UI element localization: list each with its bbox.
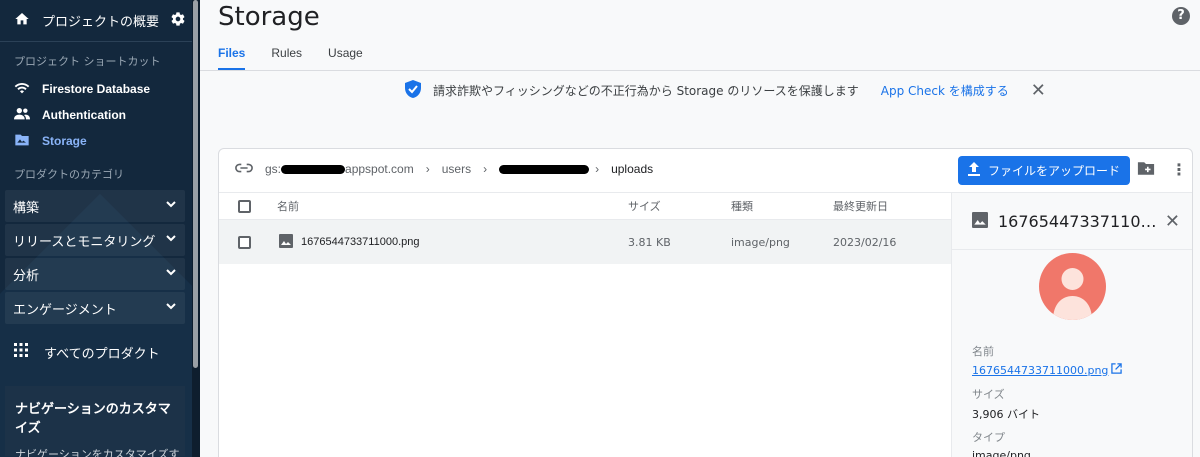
table-header: 名前 サイズ 種類 最終更新日 (219, 193, 951, 220)
panel-header: 167654473371100... ✕ (952, 193, 1192, 250)
sidebar-item-authentication[interactable]: Authentication (0, 102, 200, 128)
breadcrumb: gs: appspot.com › users › › uploads (235, 162, 653, 176)
chevron-right-icon: › (425, 162, 430, 176)
project-overview-label[interactable]: プロジェクトの概要 (42, 11, 170, 30)
column-header-type[interactable]: 種類 (731, 193, 753, 219)
tab-usage[interactable]: Usage (328, 46, 363, 70)
category-label: リリースとモニタリング (13, 234, 156, 250)
files-card: gs: appspot.com › users › › uploads ファイル… (218, 148, 1193, 457)
bucket-prefix: gs: (265, 162, 282, 176)
more-vert-icon[interactable]: ⋮ (1171, 161, 1187, 179)
header: Storage ? Files Rules Usage 請求詐欺やフィッシングな… (200, 0, 1200, 130)
category-label: 構築 (13, 200, 40, 216)
image-file-icon (279, 233, 293, 251)
image-file-icon (972, 211, 988, 231)
link-icon[interactable] (235, 162, 253, 176)
meta-type-label: タイプ (972, 431, 1005, 444)
upload-file-label: ファイルをアップロード (987, 164, 1120, 178)
panel-title: 167654473371100... (998, 211, 1159, 231)
bucket-suffix: appspot.com (345, 162, 414, 176)
close-icon[interactable]: ✕ (1165, 211, 1180, 232)
wifi-icon (14, 81, 30, 98)
file-type: image/png (731, 235, 790, 249)
sidebar-item-label: Firestore Database (42, 82, 151, 96)
home-icon[interactable] (14, 11, 30, 30)
customize-nav-title: ナビゲーションのカスタマイズ (15, 402, 171, 436)
people-icon (14, 107, 30, 124)
project-overview-row[interactable]: プロジェクトの概要 (0, 0, 200, 42)
sidebar-scrollbar[interactable] (192, 0, 200, 457)
meta-size: サイズ 3,906 バイト (972, 386, 1040, 422)
tab-rules[interactable]: Rules (271, 46, 302, 70)
folder-icon (14, 133, 30, 150)
row-checkbox[interactable] (238, 235, 251, 249)
chevron-down-icon (165, 266, 177, 282)
help-icon[interactable]: ? (1172, 7, 1190, 25)
sidebar-item-label: Storage (42, 134, 87, 148)
category-release-monitoring[interactable]: リリースとモニタリング (5, 224, 185, 256)
sidebar: プロジェクトの概要 プロジェクト ショートカット Firestore Datab… (0, 0, 200, 457)
files-table: 名前 サイズ 種類 最終更新日 1676544733711000.png 3.8… (219, 193, 951, 264)
column-header-modified[interactable]: 最終更新日 (833, 193, 888, 219)
tab-files[interactable]: Files (218, 46, 246, 70)
category-label: 分析 (13, 268, 40, 284)
file-size: 3.81 KB (628, 235, 671, 249)
redaction-mark (281, 164, 346, 174)
file-preview-avatar (1039, 253, 1106, 320)
chevron-right-icon: › (595, 162, 600, 176)
select-all-checkbox[interactable] (238, 199, 251, 213)
scrollbar-thumb[interactable] (193, 0, 198, 368)
page-title: Storage (218, 2, 320, 32)
table-row[interactable]: 1676544733711000.png 3.81 KB image/png 2… (219, 220, 951, 264)
column-header-size[interactable]: サイズ (628, 193, 661, 219)
tabs-divider (200, 70, 1200, 71)
open-in-new-icon[interactable] (1111, 363, 1123, 377)
customize-nav-text: ナビゲーションをカスタマイズす (15, 448, 180, 457)
category-engagement[interactable]: エンゲージメント (5, 292, 185, 324)
all-products-link[interactable]: すべてのプロダクト (0, 328, 200, 376)
apps-grid-icon (14, 343, 28, 361)
meta-name-value[interactable]: 1676544733711000.png (972, 364, 1108, 377)
meta-type-value: image/png (972, 449, 1031, 457)
sidebar-item-storage[interactable]: Storage (0, 128, 200, 154)
meta-size-label: サイズ (972, 388, 1005, 401)
sidebar-item-label: Authentication (42, 108, 126, 122)
gear-icon[interactable] (170, 11, 186, 30)
app-check-banner: 請求詐欺やフィッシングなどの不正行為から Storage のリソースを保護します… (405, 80, 1046, 101)
meta-type: タイプ image/png (972, 429, 1031, 457)
banner-text: 請求詐欺やフィッシングなどの不正行為から Storage のリソースを保護します (433, 84, 859, 98)
meta-name: 名前 1676544733711000.png (972, 343, 1123, 377)
meta-name-link[interactable]: 1676544733711000.png (972, 363, 1123, 377)
customize-nav-card[interactable]: ナビゲーションのカスタマイズ ナビゲーションをカスタマイズす (5, 386, 185, 457)
shortcuts-title: プロジェクト ショートカット (14, 55, 161, 68)
close-icon[interactable]: ✕ (1031, 80, 1046, 101)
file-details-panel: 167654473371100... ✕ 名前 1676544733711000… (952, 193, 1192, 457)
path-bar: gs: appspot.com › users › › uploads ファイル… (219, 149, 1192, 193)
file-modified: 2023/02/16 (833, 235, 897, 249)
upload-file-button[interactable]: ファイルをアップロード (958, 156, 1130, 185)
breadcrumb-uploads[interactable]: uploads (611, 162, 653, 176)
app-check-link[interactable]: App Check を構成する (881, 82, 1009, 99)
categories-title: プロダクトのカテゴリ (14, 168, 124, 181)
breadcrumb-users[interactable]: users (442, 162, 471, 176)
category-label: エンゲージメント (13, 302, 117, 318)
redaction-mark (499, 164, 590, 174)
meta-name-label: 名前 (972, 345, 994, 358)
tab-bar: Files Rules Usage (218, 46, 389, 70)
add-folder-icon[interactable] (1137, 161, 1155, 179)
category-analytics[interactable]: 分析 (5, 258, 185, 290)
sidebar-item-firestore[interactable]: Firestore Database (0, 76, 200, 102)
chevron-down-icon (165, 232, 177, 248)
chevron-down-icon (165, 300, 177, 316)
file-name[interactable]: 1676544733711000.png (301, 236, 419, 248)
shield-icon (405, 80, 421, 101)
all-products-label: すべてのプロダクト (44, 346, 160, 362)
chevron-down-icon (165, 198, 177, 214)
upload-icon (967, 162, 980, 179)
column-header-name[interactable]: 名前 (277, 193, 299, 219)
chevron-right-icon: › (483, 162, 488, 176)
category-build[interactable]: 構築 (5, 190, 185, 222)
meta-size-value: 3,906 バイト (972, 408, 1040, 421)
